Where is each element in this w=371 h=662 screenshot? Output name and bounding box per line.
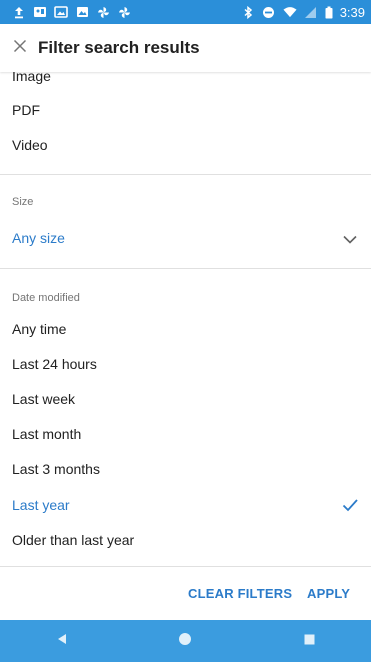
date-option-last-week[interactable]: Last week [12, 391, 75, 407]
photo-icon [33, 5, 47, 19]
image-icon [75, 5, 89, 19]
status-bar: 3:39 [0, 0, 371, 24]
close-button[interactable] [4, 32, 36, 64]
status-bar-system: 3:39 [241, 5, 365, 20]
navigation-bar [0, 620, 371, 662]
status-bar-notifications [12, 5, 131, 19]
bluetooth-icon [241, 5, 255, 19]
recents-icon [304, 632, 315, 650]
pinwheel-icon [117, 5, 131, 19]
do-not-disturb-icon [262, 5, 276, 19]
clear-filters-button[interactable]: CLEAR FILTERS [188, 586, 292, 601]
home-icon [178, 632, 192, 651]
date-option-last-24-hours[interactable]: Last 24 hours [12, 356, 97, 372]
app-bar: Filter search results [0, 24, 371, 72]
date-option-any-time[interactable]: Any time [12, 321, 66, 337]
gallery-icon [54, 5, 68, 19]
recents-button[interactable] [289, 626, 329, 656]
size-dropdown[interactable]: Any size [0, 224, 371, 254]
date-option-last-month[interactable]: Last month [12, 426, 81, 442]
size-dropdown-value: Any size [12, 230, 65, 246]
page-title: Filter search results [38, 38, 200, 57]
date-option-last-3-months[interactable]: Last 3 months [12, 461, 100, 477]
home-button[interactable] [165, 626, 205, 656]
filter-list[interactable]: Image PDF Video Size Any size Date modif… [0, 72, 371, 620]
upload-icon [12, 5, 26, 19]
divider [0, 174, 371, 175]
date-option-last-year[interactable]: Last year [12, 497, 70, 513]
close-icon [13, 39, 27, 58]
file-type-pdf[interactable]: PDF [12, 102, 40, 118]
date-option-older-than-last-year[interactable]: Older than last year [12, 532, 134, 548]
checkmark-icon [341, 496, 359, 514]
wifi-icon [283, 5, 297, 19]
size-section-label: Size [12, 196, 34, 208]
date-modified-section-label: Date modified [12, 292, 80, 304]
no-signal-icon [304, 5, 318, 19]
battery-icon [325, 5, 333, 19]
back-button[interactable] [42, 626, 82, 656]
divider [0, 268, 371, 269]
divider [0, 566, 371, 567]
chevron-down-icon [341, 230, 359, 248]
file-type-video[interactable]: Video [12, 137, 48, 153]
status-time: 3:39 [339, 4, 365, 20]
back-icon [57, 632, 67, 650]
apply-button[interactable]: APPLY [307, 586, 350, 601]
pinwheel-icon [96, 5, 110, 19]
file-type-image[interactable]: Image [12, 72, 51, 84]
